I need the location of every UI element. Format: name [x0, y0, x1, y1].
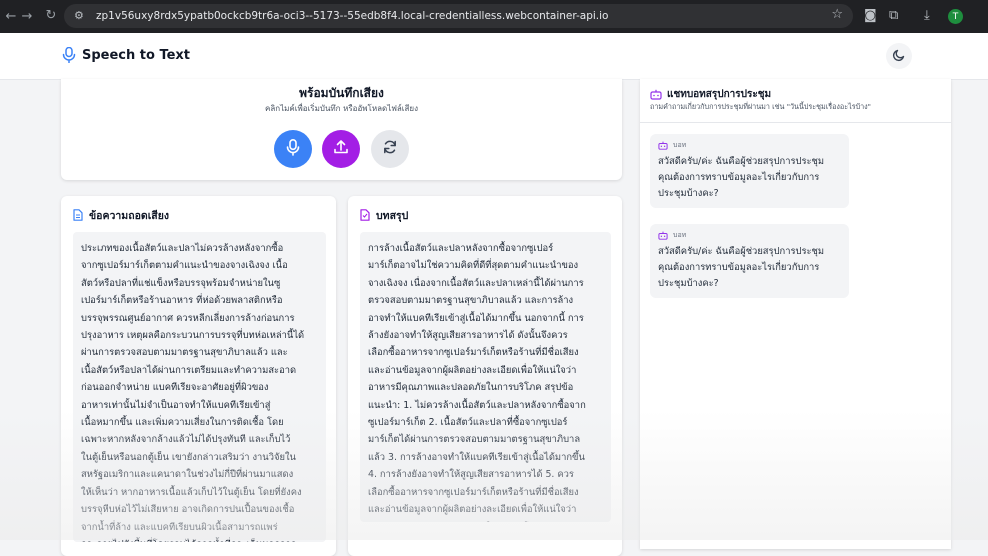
- download-icon[interactable]: ⤓: [924, 8, 930, 23]
- camera-extension-icon[interactable]: ◙: [864, 8, 877, 23]
- recorder-card: พร้อมบันทึกเสียง คลิกไมค์เพื่อเริ่มบันทึ…: [61, 79, 622, 180]
- transcript-heading: ข้อความถอดเสียง: [89, 210, 169, 222]
- sender-name: บอท: [673, 141, 687, 149]
- upload-icon: [333, 139, 349, 159]
- record-button[interactable]: [274, 130, 312, 168]
- document-icon: [73, 206, 83, 225]
- app-header: Speech to Text: [0, 33, 988, 80]
- chat-message: บอท สวัสดีครับ/ค่ะ ฉันคือผู้ช่วยสรุปการป…: [650, 134, 849, 208]
- message-text: สวัสดีครับ/ค่ะ ฉันคือผู้ช่วยสรุปการประชุ…: [658, 156, 825, 199]
- summary-text[interactable]: การล้างเนื้อสัตว์และปลาหลังจากซื้อจากซูเ…: [360, 232, 611, 522]
- refresh-icon: [382, 139, 398, 159]
- chat-heading: แชทบอทสรุปการประชุม: [667, 89, 772, 100]
- message-text: สวัสดีครับ/ค่ะ ฉันคือผู้ช่วยสรุปการประชุ…: [658, 246, 825, 289]
- transcript-card: ข้อความถอดเสียง ประเภทของเนื้อสัตว์และปล…: [61, 196, 336, 556]
- chat-message: บอท สวัสดีครับ/ค่ะ ฉันคือผู้ช่วยสรุปการป…: [650, 224, 849, 298]
- message-sender: บอท: [658, 140, 841, 151]
- transcript-text[interactable]: ประเภทของเนื้อสัตว์และปลาไม่ควรล้างหลังจ…: [73, 232, 326, 542]
- recorder-subtitle: คลิกไมค์เพื่อเริ่มบันทึก หรืออัพโหลดไฟล์…: [265, 104, 418, 113]
- bot-icon: [658, 141, 668, 150]
- chatbot-panel: แชทบอทสรุปการประชุม ถามคำถามเกี่ยวกับการ…: [640, 79, 951, 549]
- summary-document-icon: [360, 206, 370, 225]
- app-title: Speech to Text: [82, 48, 191, 63]
- bot-icon: [658, 231, 668, 240]
- upload-button[interactable]: [322, 130, 360, 168]
- theme-toggle-button[interactable]: [886, 43, 912, 69]
- url-text: zp1v56uxy8rdx5ypatb0ockcb9tr6a-oci3--517…: [96, 10, 609, 22]
- chat-hint: ถามคำถามเกี่ยวกับการประชุมที่ผ่านมา เช่น…: [650, 102, 871, 111]
- extensions-puzzle-icon[interactable]: ⧉: [889, 8, 898, 23]
- address-bar[interactable]: ⚙ zp1v56uxy8rdx5ypatb0ockcb9tr6a-oci3--5…: [64, 4, 853, 28]
- summary-heading: บทสรุป: [376, 210, 409, 222]
- site-info-icon[interactable]: ⚙: [74, 9, 88, 23]
- summary-header: บทสรุป: [360, 206, 408, 225]
- summary-card: บทสรุป การล้างเนื้อสัตว์และปลาหลังจากซื้…: [348, 196, 622, 556]
- profile-avatar[interactable]: T: [948, 9, 963, 24]
- reset-button[interactable]: [371, 130, 409, 168]
- sender-name: บอท: [673, 231, 687, 239]
- microphone-icon: [286, 138, 300, 160]
- message-sender: บอท: [658, 230, 841, 241]
- mic-logo-icon: [62, 46, 76, 67]
- divider: [640, 122, 951, 123]
- reload-icon[interactable]: ↻: [42, 8, 60, 23]
- browser-toolbar: ← → ↻ ⚙ zp1v56uxy8rdx5ypatb0ockcb9tr6a-o…: [0, 0, 988, 33]
- forward-icon[interactable]: →: [18, 9, 36, 24]
- bookmark-star-icon[interactable]: ☆: [831, 7, 843, 22]
- transcript-header: ข้อความถอดเสียง: [73, 206, 169, 225]
- recorder-title: พร้อมบันทึกเสียง: [299, 86, 384, 100]
- moon-icon: [892, 47, 906, 66]
